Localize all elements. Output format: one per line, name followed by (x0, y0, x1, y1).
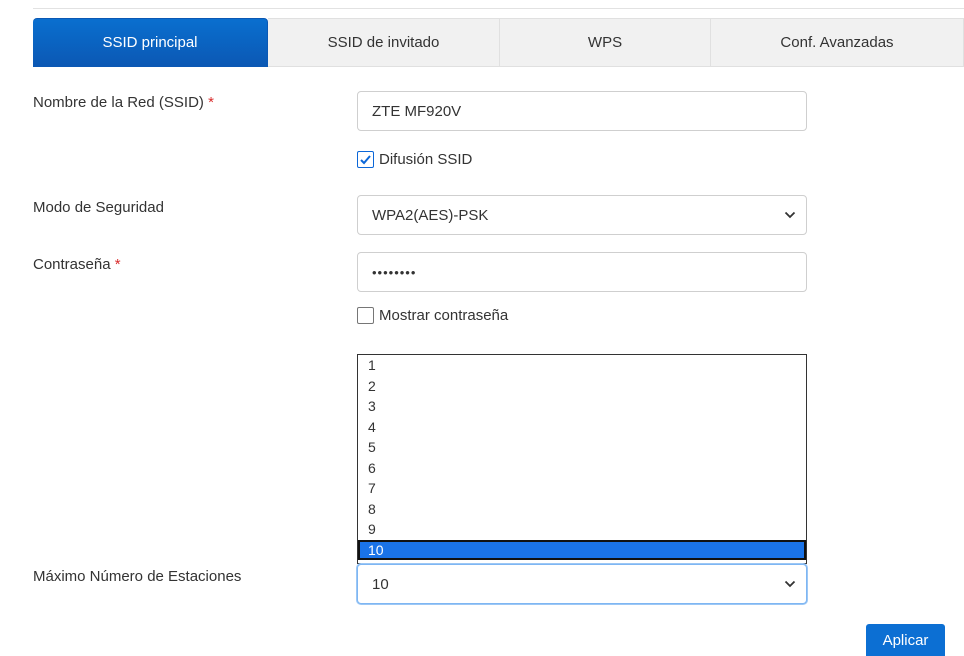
top-divider (33, 8, 964, 9)
tab-bar: SSID principal SSID de invitado WPS Conf… (33, 18, 964, 67)
required-mark: * (114, 256, 121, 273)
tab-wps[interactable]: WPS (500, 18, 711, 67)
password-label: Contraseña * (33, 256, 121, 273)
security-mode-select[interactable]: WPA2(AES)-PSK (357, 195, 807, 235)
max-stations-label: Máximo Número de Estaciones (33, 568, 242, 585)
ssid-label: Nombre de la Red (SSID) * (33, 94, 214, 111)
max-stations-dropdown-list[interactable]: 1 2 3 4 5 6 7 8 9 10 (357, 354, 807, 564)
ssid-value: ZTE MF920V (372, 102, 462, 120)
checkmark-icon (360, 155, 371, 165)
dropdown-option[interactable]: 9 (358, 519, 806, 540)
chevron-down-icon (784, 211, 796, 219)
chevron-down-icon (784, 580, 796, 588)
show-password-label: Mostrar contraseña (379, 307, 509, 324)
dropdown-option[interactable]: 6 (358, 458, 806, 479)
password-value: •••••••• (372, 264, 417, 280)
broadcast-ssid-row: Difusión SSID (357, 151, 472, 168)
tab-ssid-invitado[interactable]: SSID de invitado (268, 18, 500, 67)
tab-conf-avanzadas[interactable]: Conf. Avanzadas (711, 18, 964, 67)
dropdown-option[interactable]: 3 (358, 396, 806, 417)
dropdown-option[interactable]: 1 (358, 355, 806, 376)
tab-ssid-principal[interactable]: SSID principal (33, 18, 268, 67)
show-password-checkbox[interactable] (357, 307, 374, 324)
dropdown-option[interactable]: 8 (358, 499, 806, 520)
broadcast-ssid-label: Difusión SSID (379, 151, 473, 168)
required-mark: * (208, 94, 214, 111)
security-mode-label: Modo de Seguridad (33, 199, 164, 216)
max-stations-value: 10 (372, 575, 389, 593)
password-input[interactable]: •••••••• (357, 252, 807, 292)
password-label-text: Contraseña (33, 256, 111, 273)
broadcast-ssid-checkbox[interactable] (357, 151, 374, 168)
ssid-label-text: Nombre de la Red (SSID) (33, 94, 204, 111)
dropdown-option[interactable]: 4 (358, 417, 806, 438)
max-stations-select[interactable]: 10 (357, 564, 807, 604)
dropdown-option[interactable]: 7 (358, 478, 806, 499)
apply-button[interactable]: Aplicar (866, 624, 945, 656)
security-mode-value: WPA2(AES)-PSK (372, 206, 489, 224)
dropdown-option[interactable]: 5 (358, 437, 806, 458)
ssid-input[interactable]: ZTE MF920V (357, 91, 807, 131)
dropdown-option[interactable]: 2 (358, 376, 806, 397)
dropdown-option[interactable]: 10 (358, 539, 806, 560)
show-password-row: Mostrar contraseña (357, 307, 508, 324)
